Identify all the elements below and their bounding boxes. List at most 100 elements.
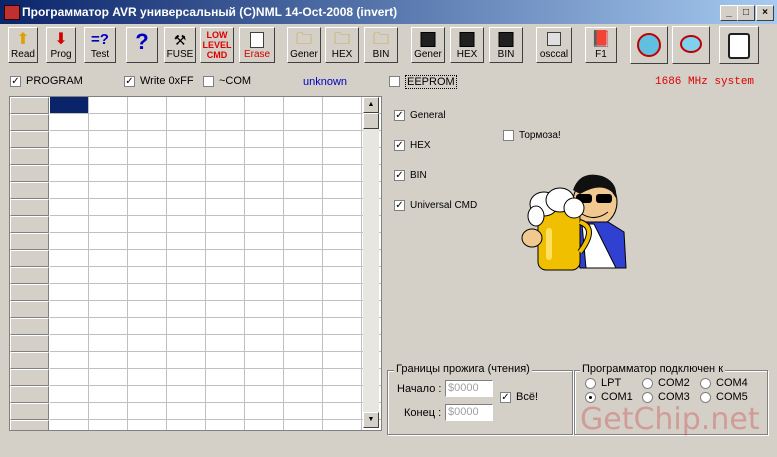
grid-cell[interactable] bbox=[284, 420, 323, 430]
scroll-down-icon[interactable]: ▼ bbox=[363, 412, 379, 428]
grid-cell[interactable] bbox=[245, 216, 284, 233]
help-button[interactable]: ? bbox=[126, 27, 158, 63]
grid-cell[interactable] bbox=[167, 352, 206, 369]
grid-cell[interactable] bbox=[50, 199, 89, 216]
end-address-input[interactable]: $0000 bbox=[445, 404, 493, 421]
prog-button[interactable]: ⬇ Prog bbox=[46, 27, 76, 63]
grid-cell[interactable] bbox=[167, 97, 206, 114]
grid-cell[interactable] bbox=[206, 386, 245, 403]
maximize-button[interactable]: □ bbox=[737, 5, 755, 21]
grid-cell[interactable] bbox=[206, 233, 245, 250]
grid-cell[interactable] bbox=[50, 267, 89, 284]
grid-cell[interactable] bbox=[50, 301, 89, 318]
grid-cell[interactable] bbox=[50, 335, 89, 352]
grid-cell[interactable] bbox=[50, 352, 89, 369]
grid-cell[interactable] bbox=[128, 233, 167, 250]
grid-cell[interactable] bbox=[206, 420, 245, 430]
grid-cell[interactable] bbox=[89, 165, 128, 182]
grid-cell[interactable] bbox=[284, 199, 323, 216]
bin-save-button[interactable]: BIN bbox=[489, 27, 523, 63]
grid-cell[interactable] bbox=[206, 267, 245, 284]
grid-cell[interactable] bbox=[206, 216, 245, 233]
grid-cell[interactable] bbox=[245, 403, 284, 420]
grid-cell[interactable] bbox=[128, 301, 167, 318]
grid-cell[interactable] bbox=[284, 165, 323, 182]
grid-cell[interactable] bbox=[206, 403, 245, 420]
grid-cell[interactable] bbox=[323, 199, 362, 216]
grid-cell[interactable] bbox=[50, 182, 89, 199]
grid-cell[interactable] bbox=[50, 216, 89, 233]
lpt-radio[interactable] bbox=[585, 378, 596, 389]
grid-cell[interactable] bbox=[323, 403, 362, 420]
grid-cell[interactable] bbox=[323, 114, 362, 131]
grid-cell[interactable] bbox=[89, 199, 128, 216]
grid-cell[interactable] bbox=[323, 131, 362, 148]
grid-cell[interactable] bbox=[245, 267, 284, 284]
grid-cell[interactable] bbox=[167, 114, 206, 131]
grid-cell[interactable] bbox=[89, 420, 128, 430]
grid-cell[interactable] bbox=[89, 250, 128, 267]
grid-row-header[interactable] bbox=[10, 420, 49, 430]
grid-cell[interactable] bbox=[245, 148, 284, 165]
grid-cell[interactable] bbox=[50, 386, 89, 403]
grid-cell[interactable] bbox=[206, 199, 245, 216]
grid-cell[interactable] bbox=[284, 386, 323, 403]
grid-cell[interactable] bbox=[167, 318, 206, 335]
grid-cell[interactable] bbox=[128, 97, 167, 114]
grid-cell[interactable] bbox=[245, 335, 284, 352]
grid-cell[interactable] bbox=[128, 114, 167, 131]
grid-cell[interactable] bbox=[167, 233, 206, 250]
grid-cell[interactable] bbox=[128, 250, 167, 267]
grid-cell[interactable] bbox=[284, 148, 323, 165]
grid-row-header[interactable] bbox=[10, 165, 49, 182]
grid-cell[interactable] bbox=[245, 250, 284, 267]
grid-row-header[interactable] bbox=[10, 352, 49, 369]
read-button[interactable]: ⬆ Read bbox=[8, 27, 38, 63]
grid-cell[interactable] bbox=[245, 369, 284, 386]
grid-cell[interactable] bbox=[323, 284, 362, 301]
grid-cell[interactable] bbox=[167, 369, 206, 386]
grid-cell[interactable] bbox=[245, 165, 284, 182]
grid-cell[interactable] bbox=[50, 420, 89, 430]
grid-row-header[interactable] bbox=[10, 233, 49, 250]
grid-cell[interactable] bbox=[323, 233, 362, 250]
grid-cell[interactable] bbox=[50, 114, 89, 131]
grid-cell[interactable] bbox=[128, 403, 167, 420]
grid-cell[interactable] bbox=[323, 148, 362, 165]
grid-cell[interactable] bbox=[128, 369, 167, 386]
grid-cell[interactable] bbox=[206, 165, 245, 182]
grid-cell[interactable] bbox=[128, 148, 167, 165]
grid-cell[interactable] bbox=[206, 131, 245, 148]
grid-row-header[interactable] bbox=[10, 131, 49, 148]
grid-cell[interactable] bbox=[167, 386, 206, 403]
grid-row-header[interactable] bbox=[10, 97, 49, 114]
fuse-button[interactable]: ⚒ FUSE bbox=[164, 27, 196, 63]
grid-cell[interactable] bbox=[50, 369, 89, 386]
exit-button[interactable] bbox=[719, 26, 759, 64]
minimize-button[interactable]: _ bbox=[720, 5, 738, 21]
general-checkbox[interactable]: ✓ bbox=[394, 110, 405, 121]
grid-cell[interactable] bbox=[245, 114, 284, 131]
eeprom-checkbox[interactable] bbox=[389, 76, 400, 87]
grid-cell[interactable] bbox=[89, 233, 128, 250]
grid-cell[interactable] bbox=[89, 318, 128, 335]
grid-cell[interactable] bbox=[89, 386, 128, 403]
grid-row-header[interactable] bbox=[10, 250, 49, 267]
grid-cell[interactable] bbox=[245, 301, 284, 318]
grid-cell[interactable] bbox=[284, 250, 323, 267]
grid-cell[interactable] bbox=[245, 233, 284, 250]
grid-row-header[interactable] bbox=[10, 216, 49, 233]
com2-radio[interactable] bbox=[642, 378, 653, 389]
grid-cell[interactable] bbox=[206, 250, 245, 267]
grid-cell[interactable] bbox=[206, 352, 245, 369]
grid-cell[interactable] bbox=[323, 369, 362, 386]
write-ff-checkbox[interactable]: ✓ bbox=[124, 76, 135, 87]
grid-cell[interactable] bbox=[167, 420, 206, 430]
grid-cell[interactable] bbox=[245, 131, 284, 148]
grid-cell[interactable] bbox=[167, 199, 206, 216]
grid-cell[interactable] bbox=[284, 335, 323, 352]
all-checkbox[interactable]: ✓ bbox=[500, 392, 511, 403]
grid-cell[interactable] bbox=[89, 369, 128, 386]
hex-grid[interactable] bbox=[9, 96, 382, 431]
grid-cell[interactable] bbox=[284, 97, 323, 114]
